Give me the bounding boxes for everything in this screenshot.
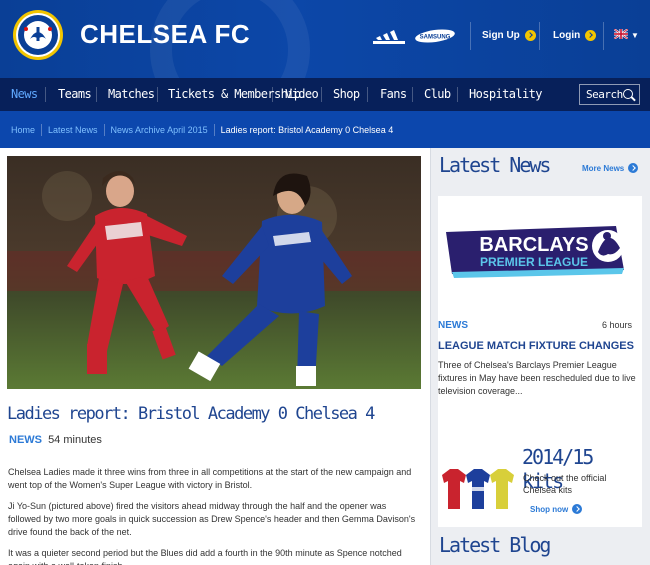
- adidas-logo[interactable]: [373, 27, 405, 45]
- nav-divider: [457, 87, 458, 102]
- search-label: Search: [586, 88, 623, 101]
- premier-league-logo: BARCLAYS PREMIER LEAGUE: [438, 196, 642, 316]
- samsung-wordmark: SAMSUNG: [420, 35, 451, 41]
- nav-item-video[interactable]: Video: [285, 87, 319, 101]
- article-title: Ladies report: Bristol Academy 0 Chelsea…: [7, 404, 375, 424]
- breadcrumb-divider: [41, 123, 43, 136]
- news-title[interactable]: LEAGUE MATCH FIXTURE CHANGES: [438, 340, 634, 352]
- breadcrumb-archive[interactable]: News Archive April 2015: [111, 125, 208, 135]
- news-excerpt: Three of Chelsea's Barclays Premier Leag…: [438, 360, 636, 396]
- breadcrumb-home[interactable]: Home: [11, 125, 35, 135]
- uk-flag-icon[interactable]: [614, 29, 628, 39]
- login-link[interactable]: Login: [553, 30, 597, 41]
- club-name[interactable]: CHELSEA FC: [80, 19, 250, 50]
- chevron-right-icon: [572, 504, 583, 514]
- main-nav: News Teams Matches Tickets & Membership …: [0, 78, 650, 111]
- nav-item-fans[interactable]: Fans: [380, 87, 407, 101]
- article-meta: NEWS 54 minutes: [9, 434, 102, 446]
- login-label: Login: [553, 30, 581, 41]
- chevron-right-icon: [585, 30, 597, 41]
- nav-divider: [412, 87, 413, 102]
- article-time: 54 minutes: [48, 434, 102, 446]
- nav-item-tickets[interactable]: Tickets & Membership: [168, 87, 301, 101]
- sidebar: Latest News More News BARCLAYS PREMIER L…: [430, 148, 650, 565]
- signup-label: Sign Up: [482, 30, 520, 41]
- nav-item-hospitality[interactable]: Hospitality: [469, 87, 542, 101]
- header-divider: [470, 22, 471, 50]
- breadcrumb-divider: [213, 123, 215, 136]
- news-card[interactable]: BARCLAYS PREMIER LEAGUE NEWS 6 hours LEA…: [438, 196, 642, 452]
- samsung-logo[interactable]: SAMSUNG: [414, 29, 456, 43]
- shop-now-label: Shop now: [530, 504, 569, 514]
- nav-divider: [272, 87, 273, 102]
- club-crest-logo[interactable]: [12, 9, 64, 61]
- nav-divider: [321, 87, 322, 102]
- nav-divider: [45, 87, 46, 102]
- nav-divider: [367, 87, 368, 102]
- site-header: CHELSEA FC SAMSUNG Sign Up Login ▼: [0, 0, 650, 78]
- kits-text: Check out the official Chelsea kits: [523, 473, 607, 495]
- breadcrumb: Home Latest News News Archive April 2015…: [0, 111, 650, 148]
- latest-news-heading: Latest News: [439, 153, 551, 177]
- more-news-label: More News: [582, 163, 625, 173]
- nav-item-club[interactable]: Club: [424, 87, 451, 101]
- nav-divider: [157, 87, 158, 102]
- nav-item-news[interactable]: News: [11, 87, 38, 101]
- search-icon: [623, 89, 633, 99]
- more-news-link[interactable]: More News: [582, 163, 639, 173]
- shop-now-link[interactable]: Shop now: [530, 504, 583, 514]
- nav-divider: [96, 87, 97, 102]
- article-paragraph: Ji Yo-Sun (pictured above) fired the vis…: [8, 501, 416, 537]
- article-paragraph: Chelsea Ladies made it three wins from t…: [8, 467, 412, 490]
- breadcrumb-divider: [103, 123, 105, 136]
- article-hero-photo: [7, 156, 421, 389]
- nav-item-teams[interactable]: Teams: [58, 87, 92, 101]
- logo-barclays-text: BARCLAYS: [479, 234, 588, 256]
- kits-promo[interactable]: 2014/15 kits Check out the official Chel…: [438, 441, 642, 527]
- news-tag[interactable]: NEWS: [438, 320, 468, 331]
- article: Ladies report: Bristol Academy 0 Chelsea…: [0, 148, 430, 565]
- nav-item-matches[interactable]: Matches: [108, 87, 155, 101]
- logo-premier-league-text: PREMIER LEAGUE: [480, 255, 588, 269]
- article-paragraph: It was a quieter second period but the B…: [8, 548, 402, 565]
- article-tag[interactable]: NEWS: [9, 434, 42, 446]
- chevron-down-icon[interactable]: ▼: [631, 31, 639, 40]
- news-time: 6 hours: [601, 320, 632, 330]
- chevron-right-icon: [628, 163, 639, 173]
- header-divider: [603, 22, 604, 50]
- kits-image: [442, 469, 514, 509]
- latest-blog-heading: Latest Blog: [439, 533, 551, 557]
- breadcrumb-current: Ladies report: Bristol Academy 0 Chelsea…: [220, 124, 394, 135]
- header-divider: [539, 22, 540, 50]
- chevron-right-icon: [524, 30, 536, 41]
- breadcrumb-latest-news[interactable]: Latest News: [48, 125, 98, 135]
- signup-link[interactable]: Sign Up: [482, 30, 536, 41]
- article-body: Chelsea Ladies made it three wins from t…: [8, 466, 420, 565]
- nav-item-shop[interactable]: Shop: [333, 87, 360, 101]
- search-button[interactable]: Search: [579, 84, 640, 105]
